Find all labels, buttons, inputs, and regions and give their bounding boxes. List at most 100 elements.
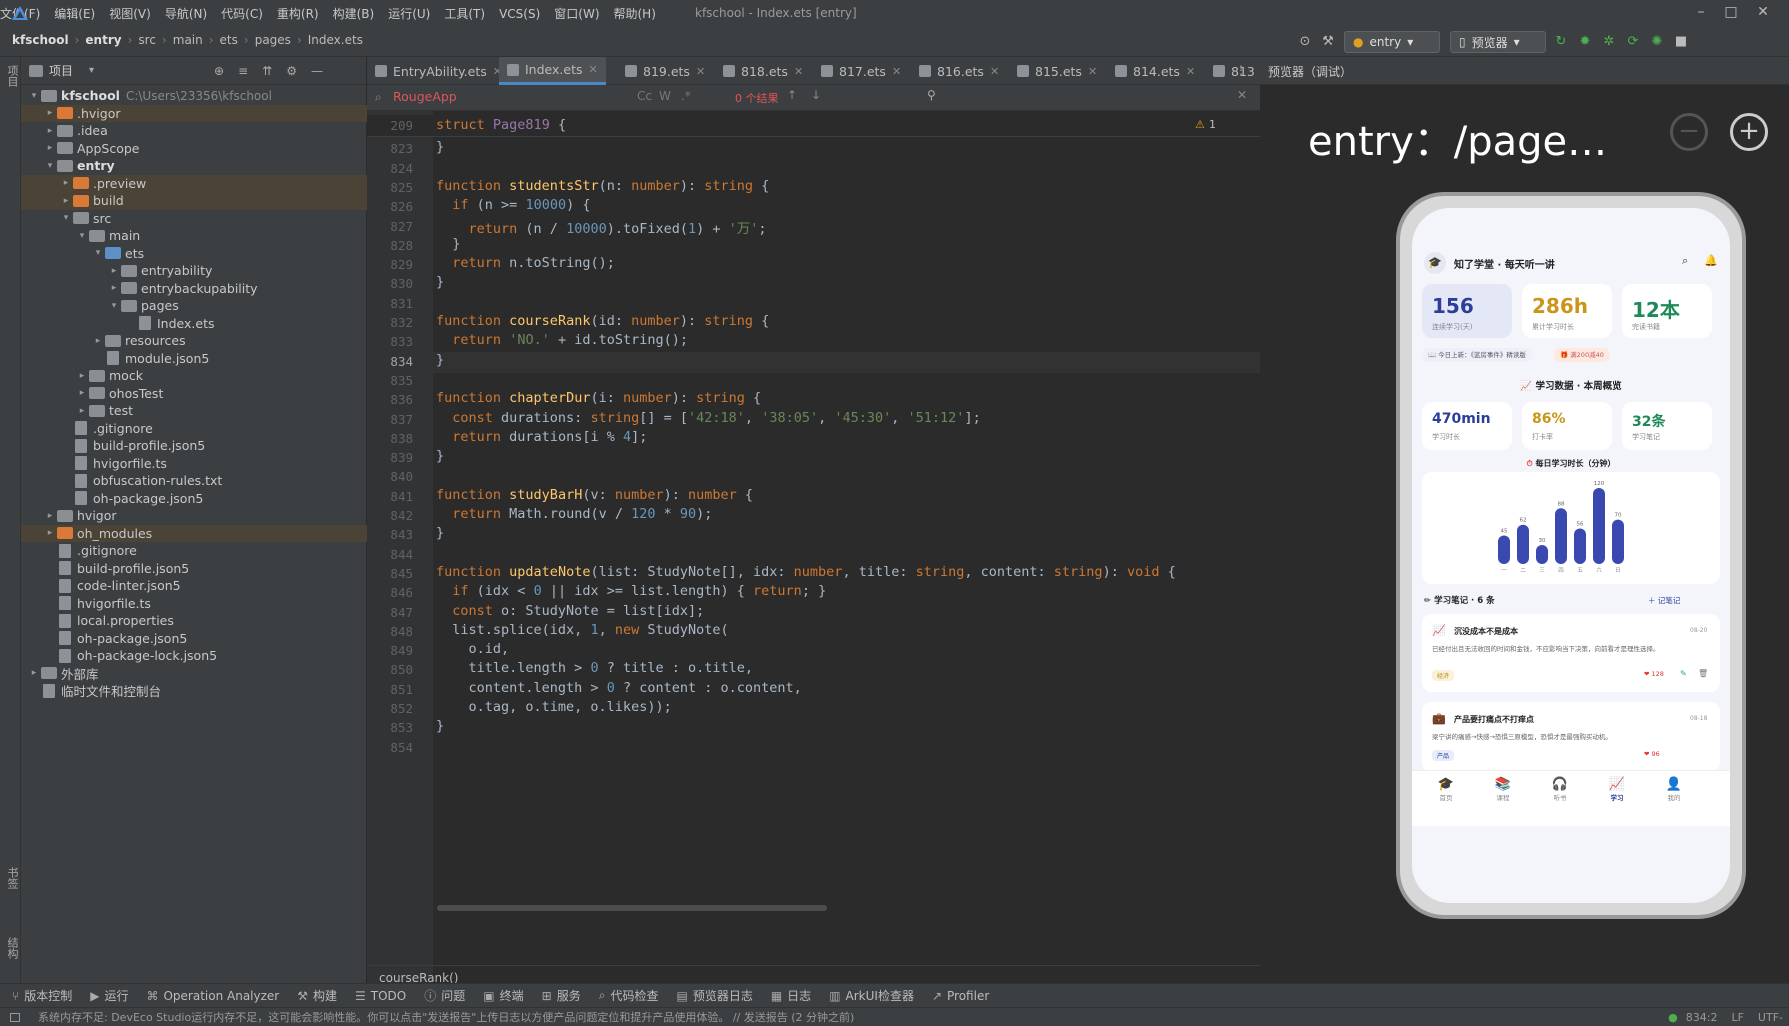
tool-window-button[interactable]: ⊞ 服务 [542, 987, 581, 1004]
chevron-down-icon[interactable]: ▾ [107, 301, 121, 311]
metric-card[interactable]: 86% 打卡率 [1522, 402, 1612, 450]
tree-item[interactable]: ▸ .idea [21, 122, 367, 140]
tree-item[interactable]: ▸ oh_modules [21, 524, 367, 542]
menu-item[interactable]: 导航(N) [165, 5, 207, 22]
zoom-out-icon[interactable]: − [1670, 113, 1708, 151]
breadcrumb-item[interactable]: pages [255, 33, 291, 47]
tree-item[interactable]: .gitignore [21, 420, 367, 438]
editor-tab[interactable]: 819.ets ✕ [617, 57, 713, 85]
menu-item[interactable]: VCS(S) [499, 7, 540, 21]
hide-icon[interactable]: — [311, 64, 323, 78]
menu-item[interactable]: 代码(C) [221, 5, 263, 22]
code-line[interactable]: function studyBarH(v: number): number { [436, 487, 753, 503]
sync-status-icon[interactable]: ● [1668, 1011, 1678, 1024]
like-button[interactable]: ❤ 96 [1644, 750, 1660, 758]
tree-item[interactable]: 临时文件和控制台 [21, 682, 367, 700]
rerun-icon[interactable]: ⟳ [1625, 33, 1641, 49]
status-message[interactable]: 系统内存不足: DevEco Studio运行内存不足，这可能会影响性能。你可以… [38, 1009, 858, 1025]
tree-item[interactable]: hvigorfile.ts [21, 595, 367, 613]
next-occurrence-icon[interactable]: ↓ [811, 88, 821, 102]
tool-window-button[interactable]: ▥ ArkUI检查器 [829, 987, 914, 1004]
run-icon[interactable]: ↻ [1553, 33, 1569, 49]
tree-item[interactable]: ▾ entry [21, 157, 367, 175]
zoom-in-icon[interactable]: + [1730, 113, 1768, 151]
tool-window-button[interactable]: ▦ 日志 [771, 987, 811, 1004]
tree-item[interactable]: build-profile.json5 [21, 437, 367, 455]
close-button[interactable]: ✕ [1752, 4, 1774, 22]
code-line[interactable]: list.splice(idx, 1, new StudyNote( [436, 622, 728, 638]
breadcrumb-item[interactable]: entry [85, 33, 121, 47]
chevron-down-icon[interactable]: ▾ [89, 65, 94, 76]
chevron-right-icon[interactable]: ▸ [91, 336, 105, 346]
menu-item[interactable]: 窗口(W) [554, 5, 599, 22]
chevron-down-icon[interactable]: ▾ [59, 213, 73, 223]
chevron-down-icon[interactable]: ▾ [91, 248, 105, 258]
tree-item[interactable]: .gitignore [21, 542, 367, 560]
chevron-right-icon[interactable]: ▸ [107, 266, 121, 276]
note-card[interactable]: 💼 产品要打痛点不打痒点 08-18 梁宁讲的痛感→快感→恐惧三原模型，恐惧才是… [1422, 702, 1720, 772]
tree-item[interactable]: ▸ .hvigor [21, 104, 367, 122]
code-line[interactable]: content.length > 0 ? content : o.content… [436, 680, 802, 696]
locate-icon[interactable]: ⊕ [214, 64, 224, 78]
metric-card[interactable]: 32条 学习笔记 [1622, 402, 1712, 450]
tree-item[interactable]: ▸ hvigor [21, 507, 367, 525]
file-encoding[interactable]: UTF- [1758, 1011, 1783, 1024]
close-tab-icon[interactable]: ✕ [892, 65, 901, 78]
code-line[interactable]: function chapterDur(i: number): string { [436, 390, 761, 406]
breadcrumb-item[interactable]: src [138, 33, 156, 47]
stat-card[interactable]: 12本 完读书籍 [1622, 284, 1712, 338]
device-selector[interactable]: ▯ 预览器 ▾ [1450, 31, 1546, 53]
tool-window-button[interactable]: ☰ TODO [355, 989, 406, 1003]
tree-item[interactable]: obfuscation-rules.txt [21, 472, 367, 490]
stat-card[interactable]: 156 连续学习(天) [1422, 284, 1512, 338]
debug-icon[interactable]: ✹ [1577, 33, 1593, 49]
code-line[interactable]: } [436, 236, 460, 252]
menu-item[interactable]: 视图(V) [109, 5, 151, 22]
close-find-icon[interactable]: ✕ [1237, 88, 1247, 102]
code-line[interactable]: title.length > 0 ? title : o.title, [436, 660, 754, 676]
line-separator[interactable]: LF [1731, 1011, 1743, 1024]
maximize-button[interactable]: □ [1720, 4, 1742, 22]
code-line[interactable]: function courseRank(id: number): string … [436, 313, 769, 329]
target-icon[interactable]: ⊙ [1297, 33, 1313, 49]
tree-item[interactable]: ▸ entrybackupability [21, 280, 367, 298]
editor-tab[interactable]: EntryAbility.ets ✕ [367, 57, 510, 85]
editor-tab[interactable]: 813 [1205, 57, 1263, 85]
metric-card[interactable]: 470min 学习时长 [1422, 402, 1512, 450]
tree-item[interactable]: module.json5 [21, 350, 367, 368]
minimize-button[interactable]: – [1690, 4, 1712, 22]
nav-tab[interactable]: 📈 学习 [1595, 777, 1639, 802]
attach-debugger-icon[interactable]: ✲ [1601, 33, 1617, 49]
editor-tab[interactable]: 815.ets ✕ [1009, 57, 1105, 85]
tree-item[interactable]: build-profile.json5 [21, 560, 367, 578]
editor-tab[interactable]: Index.ets ✕ [499, 57, 606, 85]
trash-icon[interactable]: 🗑 [1698, 669, 1708, 678]
hammer-icon[interactable]: ⚒ [1320, 33, 1336, 49]
close-tab-icon[interactable]: ✕ [696, 65, 705, 78]
tool-window-button[interactable]: ⌕ 代码检查 [599, 987, 659, 1004]
code-line[interactable]: if (idx < 0 || idx >= list.length) { ret… [436, 583, 826, 599]
bookmarks-tool-button[interactable]: 书签 [4, 867, 20, 889]
chevron-right-icon[interactable]: ▸ [43, 143, 57, 153]
chevron-right-icon[interactable]: ▸ [59, 196, 73, 206]
chevron-right-icon[interactable]: ▸ [59, 178, 73, 188]
edit-icon[interactable]: ✎ [1680, 669, 1687, 678]
case-sensitive-toggle[interactable]: Cc [637, 89, 652, 103]
code-line[interactable]: } [436, 139, 444, 155]
code-line[interactable]: function studentsStr(n: number): string … [436, 178, 769, 194]
more-tabs-icon[interactable]: ⋮ [1235, 63, 1247, 77]
tree-item[interactable]: ▸ test [21, 402, 367, 420]
tree-item[interactable]: oh-package.json5 [21, 630, 367, 648]
editor-tab[interactable]: 814.ets ✕ [1107, 57, 1203, 85]
tool-window-button[interactable]: ⓘ 问题 [424, 987, 465, 1004]
code-line[interactable]: } [436, 274, 444, 290]
tree-item[interactable]: ▸ ohosTest [21, 385, 367, 403]
chevron-right-icon[interactable]: ▸ [27, 668, 41, 678]
regex-toggle[interactable]: .* [681, 89, 691, 103]
warning-icon[interactable]: ⚠ [1195, 118, 1205, 131]
whole-word-toggle[interactable]: W [659, 89, 671, 103]
tool-window-button[interactable]: ⚒ 构建 [297, 987, 337, 1004]
tree-item[interactable]: oh-package.json5 [21, 490, 367, 508]
code-line[interactable]: o.id, [436, 641, 510, 657]
code-line[interactable]: } [436, 718, 444, 734]
